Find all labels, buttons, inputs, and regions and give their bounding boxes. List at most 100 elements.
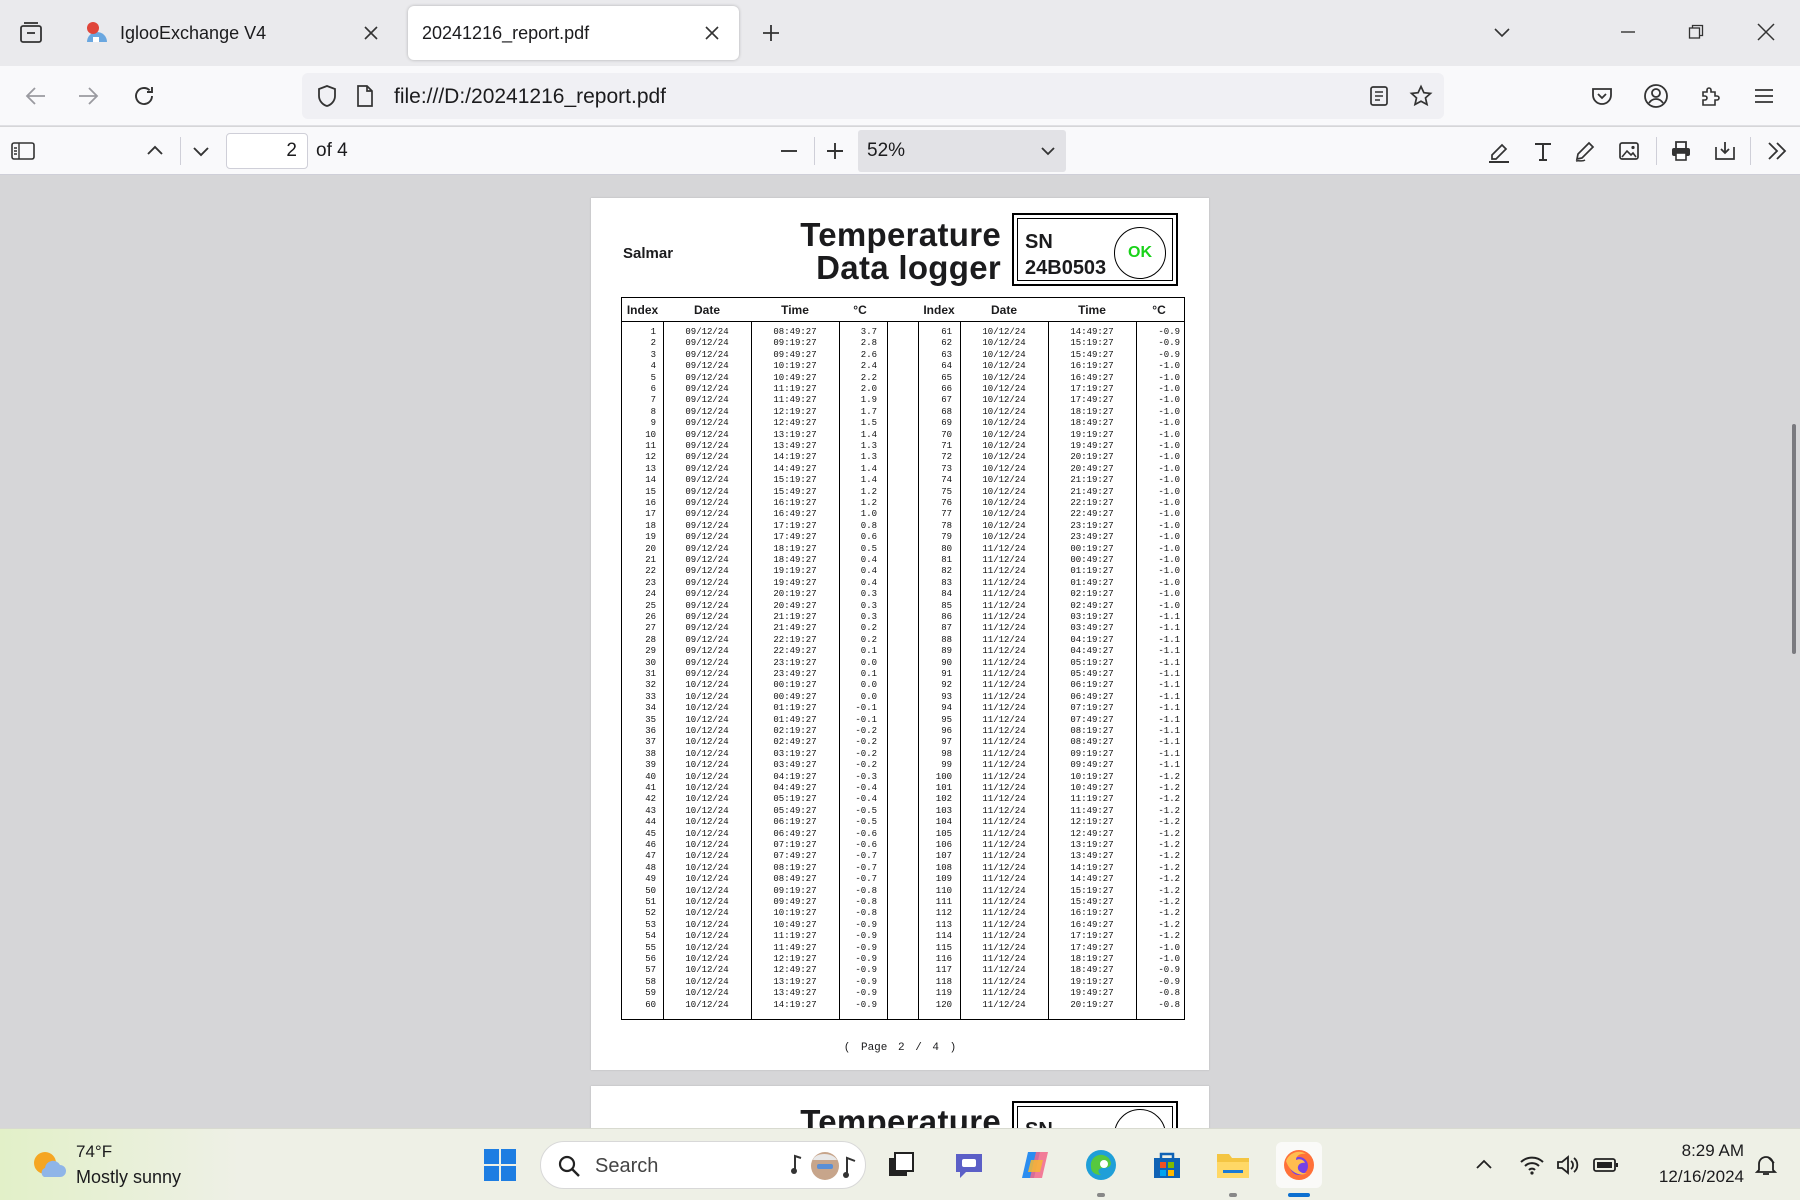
cell-time: 00:19:27 bbox=[773, 680, 817, 691]
cell-time: 17:19:27 bbox=[1070, 384, 1114, 394]
table-row: 51 10/12/24 09:49:27 -0.8 111 11/12/24 15:49:2… bbox=[622, 897, 1184, 908]
taskbar-search-box[interactable]: Search bbox=[540, 1141, 866, 1189]
weather-widget[interactable]: 74°F Mostly sunny bbox=[0, 1129, 240, 1200]
table-row: 59 10/12/24 13:49:27 -0.9 119 11/12/24 19:49:2… bbox=[622, 988, 1184, 999]
back-button[interactable] bbox=[18, 78, 54, 114]
bookmark-star-button[interactable] bbox=[1408, 83, 1434, 109]
teams-chat-button[interactable] bbox=[946, 1142, 992, 1188]
cell-date: 11/12/24 bbox=[982, 623, 1026, 634]
cell-date: 09/12/24 bbox=[685, 338, 729, 349]
cell-temperature: -1.1 bbox=[1158, 760, 1180, 771]
forward-button[interactable] bbox=[70, 78, 106, 114]
cell-temperature: -0.9 bbox=[1158, 338, 1180, 349]
tab-report-pdf[interactable]: 20241216_report.pdf bbox=[408, 6, 739, 60]
cell-temperature: 1.4 bbox=[860, 429, 877, 440]
print-button[interactable] bbox=[1664, 134, 1698, 168]
zoom-select[interactable]: 52% bbox=[858, 130, 1066, 172]
pocket-button[interactable] bbox=[1584, 78, 1620, 114]
cell-temperature: -0.1 bbox=[855, 714, 877, 725]
extensions-button[interactable] bbox=[1692, 78, 1728, 114]
tools-menu-button[interactable] bbox=[1760, 134, 1794, 168]
cell-index: 53 bbox=[645, 919, 656, 930]
reader-view-button[interactable] bbox=[1366, 83, 1392, 109]
page-number-input[interactable]: 2 bbox=[226, 133, 308, 169]
table-row: 18 09/12/24 17:19:27 0.8 78 10/12/24 23:19:27 -… bbox=[622, 521, 1184, 532]
clock-time[interactable]: 8:29 AM bbox=[1640, 1141, 1744, 1161]
table-header: Index Date Time °C Index Date Time °C bbox=[622, 298, 1184, 322]
cell-index: 8 bbox=[650, 406, 656, 417]
plus-icon bbox=[763, 25, 779, 41]
start-button[interactable] bbox=[477, 1142, 523, 1188]
tab-overflow-button[interactable] bbox=[1482, 14, 1522, 50]
close-tab-button[interactable] bbox=[356, 18, 386, 48]
cell-temperature: -0.2 bbox=[855, 737, 877, 748]
cell-temperature: -0.9 bbox=[855, 931, 877, 942]
cell-date: 11/12/24 bbox=[982, 885, 1026, 896]
cell-date: 09/12/24 bbox=[685, 384, 729, 394]
reload-button[interactable] bbox=[126, 78, 162, 114]
tab-iglooexchange[interactable]: IglooExchange V4 bbox=[68, 6, 398, 60]
microsoft-store-button[interactable] bbox=[1144, 1142, 1190, 1188]
table-row: 31 09/12/24 23:49:27 0.1 91 11/12/24 05:49:27 -… bbox=[622, 669, 1184, 680]
cell-time: 11:19:27 bbox=[1070, 794, 1114, 805]
restore-button[interactable] bbox=[1676, 14, 1716, 50]
zoom-in-button[interactable] bbox=[818, 134, 852, 168]
cell-temperature: -1.1 bbox=[1158, 646, 1180, 657]
text-tool-button[interactable] bbox=[1526, 134, 1560, 168]
cell-time: 22:49:27 bbox=[1070, 509, 1114, 520]
cell-time: 15:19:27 bbox=[1070, 338, 1114, 349]
minimize-button[interactable] bbox=[1608, 14, 1648, 50]
cell-index: 51 bbox=[645, 897, 656, 907]
close-tab-button[interactable] bbox=[697, 18, 727, 48]
cell-temperature: -1.0 bbox=[1158, 555, 1180, 565]
cell-time: 19:19:27 bbox=[1070, 429, 1114, 440]
cell-date: 11/12/24 bbox=[982, 908, 1026, 919]
address-bar[interactable]: file:///D:/20241216_report.pdf bbox=[302, 73, 1444, 119]
save-button[interactable] bbox=[1708, 134, 1742, 168]
volume-status[interactable] bbox=[1554, 1151, 1582, 1179]
cell-time: 10:19:27 bbox=[773, 361, 817, 372]
cell-time: 21:19:27 bbox=[773, 612, 817, 622]
cell-date: 10/12/24 bbox=[982, 338, 1026, 349]
file-explorer-button[interactable] bbox=[1210, 1142, 1256, 1188]
new-tab-button[interactable] bbox=[754, 16, 788, 50]
cell-time: 03:19:27 bbox=[773, 748, 817, 759]
firefox-button[interactable] bbox=[1276, 1142, 1322, 1188]
cell-temperature: 2.4 bbox=[860, 361, 877, 372]
cell-temperature: -1.0 bbox=[1158, 418, 1180, 429]
next-page-serial-box: SN bbox=[1012, 1101, 1178, 1128]
battery-status[interactable] bbox=[1592, 1151, 1620, 1179]
reload-icon bbox=[135, 87, 153, 105]
pdf-viewer[interactable]: Salmar Temperature Data logger SN 24B050… bbox=[0, 176, 1800, 1128]
wifi-status[interactable] bbox=[1518, 1151, 1546, 1179]
cell-temperature: -1.0 bbox=[1158, 463, 1180, 474]
cell-index: 76 bbox=[941, 498, 952, 508]
clock-date[interactable]: 12/16/2024 bbox=[1620, 1167, 1744, 1187]
cell-date: 11/12/24 bbox=[982, 612, 1026, 622]
cell-temperature: -0.7 bbox=[855, 851, 877, 862]
cell-date: 09/12/24 bbox=[685, 429, 729, 440]
tracking-protection-shield-icon[interactable] bbox=[314, 83, 340, 109]
image-tool-button[interactable] bbox=[1612, 134, 1646, 168]
edge-button[interactable] bbox=[1078, 1142, 1124, 1188]
cell-time: 04:49:27 bbox=[773, 783, 817, 793]
show-hidden-icons-button[interactable] bbox=[1470, 1151, 1498, 1179]
highlight-tool-button[interactable] bbox=[1482, 134, 1516, 168]
task-view-button[interactable] bbox=[878, 1142, 924, 1188]
draw-tool-button[interactable] bbox=[1568, 134, 1602, 168]
app-menu-button[interactable] bbox=[1746, 78, 1782, 114]
copilot-button[interactable] bbox=[1012, 1142, 1058, 1188]
list-all-tabs-button[interactable] bbox=[14, 16, 48, 50]
close-window-button[interactable] bbox=[1746, 14, 1786, 50]
zoom-out-button[interactable] bbox=[772, 134, 806, 168]
cell-temperature: -1.1 bbox=[1158, 612, 1180, 622]
vertical-scrollbar[interactable] bbox=[1792, 424, 1796, 654]
next-page-button[interactable] bbox=[184, 134, 218, 168]
previous-page-button[interactable] bbox=[138, 134, 172, 168]
cell-temperature: -1.1 bbox=[1158, 669, 1180, 679]
table-row: 52 10/12/24 10:19:27 -0.8 112 11/12/24 16:19:2… bbox=[622, 908, 1184, 919]
cell-date: 11/12/24 bbox=[982, 748, 1026, 759]
toggle-sidebar-button[interactable] bbox=[6, 134, 40, 168]
notifications-button[interactable] bbox=[1752, 1151, 1780, 1179]
account-button[interactable] bbox=[1638, 78, 1674, 114]
